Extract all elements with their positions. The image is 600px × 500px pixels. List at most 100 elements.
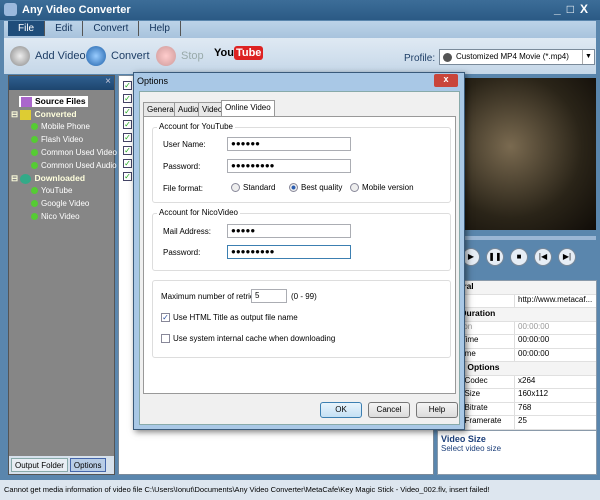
profile-icon [443,53,452,62]
app-icon [4,3,17,16]
property-value: x264 [514,375,596,388]
title-bar: Any Video Converter _□X [0,0,600,20]
bullet-icon [31,213,38,221]
next-icon[interactable]: ▶| [558,248,576,266]
panel-close-icon[interactable]: × [9,76,114,90]
stop-icon[interactable]: ■ [510,248,528,266]
property-value: 25 [514,416,596,429]
row-checkbox[interactable]: ✓ [123,133,132,142]
cancel-button[interactable]: Cancel [368,402,410,418]
options-dialog: Options x General Audio Video Online Vid… [133,72,465,430]
retries-label: Maximum number of retries: [161,292,261,301]
radio-best-quality[interactable]: Best quality [289,183,342,192]
radio-standard[interactable]: Standard [231,183,275,192]
user-name-input[interactable]: ●●●●●● [227,137,351,151]
password-label: Password: [163,162,201,171]
retries-input[interactable]: 5 [251,289,287,303]
maximize-icon[interactable]: □ [567,2,580,16]
bullet-icon [31,136,38,144]
youtube-button[interactable]: You Tube [214,46,264,60]
converted-icon [20,109,32,120]
description-text: Select video size [441,444,502,453]
password-input[interactable]: ●●●●●●●●● [227,159,351,173]
toolbar: Add Video Convert Stop You Tube Profile: … [4,38,596,74]
download-options-group: Maximum number of retries: 5 (0 - 99) ✓ U… [152,280,451,358]
row-checkbox[interactable]: ✓ [123,159,132,168]
use-html-title-checkbox[interactable]: ✓ Use HTML Title as output file name [161,313,298,322]
convert-button[interactable]: Convert [86,46,150,66]
bullet-icon [31,123,38,131]
retries-range: (0 - 99) [291,292,317,301]
property-value: 160x112 [514,389,596,402]
stop-button[interactable]: Stop [156,46,204,66]
row-checkbox[interactable]: ✓ [123,120,132,129]
source-icon [21,96,32,107]
mail-address-input[interactable]: ●●●●● [227,224,351,238]
dialog-title: Options [137,76,169,86]
chevron-down-icon[interactable]: ▼ [582,50,594,64]
checkbox-icon [161,334,170,343]
property-value: http://www.metacaf... [514,294,596,307]
nico-group: Account for NicoVideo Mail Address: ●●●●… [152,208,451,271]
dialog-body: General Audio Video Online Video Account… [139,91,460,425]
window-title: Any Video Converter [22,4,131,16]
nico-group-label: Account for NicoVideo [157,208,241,217]
panel-tabs: Output Folder Options [9,456,114,474]
property-description: Video Size Select video size [437,430,597,475]
output-folder-tab[interactable]: Output Folder [11,458,68,472]
radio-icon [350,183,359,192]
radio-selected-icon [289,183,298,192]
stop-icon [156,46,176,66]
menu-help[interactable]: Help [139,21,181,36]
mail-address-label: Mail Address: [163,227,212,236]
menu-bar: File Edit Convert Help [4,21,596,38]
property-value: 00:00:00 [514,321,596,334]
nico-password-input[interactable]: ●●●●●●●●● [227,245,351,259]
pause-icon[interactable]: ❚❚ [486,248,504,266]
radio-mobile-version[interactable]: Mobile version [350,183,414,192]
row-checkbox[interactable]: ✓ [123,94,132,103]
dialog-close-button[interactable]: x [434,74,458,87]
user-name-label: User Name: [163,140,206,149]
checkbox-checked-icon: ✓ [161,313,170,322]
profile-label: Profile: [404,53,436,64]
menu-edit[interactable]: Edit [45,21,84,36]
file-format-label: File format: [163,184,204,193]
menu-convert[interactable]: Convert [83,21,140,36]
property-value: 00:00:00 [514,335,596,348]
tree-source-files[interactable]: Source Files [19,96,88,107]
profile-select[interactable]: Customized MP4 Movie (*.mp4) ▼ [439,49,595,65]
bullet-icon [31,187,38,195]
options-tab[interactable]: Options [69,458,106,472]
downloaded-icon [20,173,32,184]
bullet-icon [31,149,38,157]
radio-icon [231,183,240,192]
row-checkbox[interactable]: ✓ [123,81,132,90]
help-button[interactable]: Help [416,402,458,418]
description-title: Video Size [441,434,486,444]
use-cache-checkbox[interactable]: Use system internal cache when downloadi… [161,334,335,343]
ok-button[interactable]: OK [320,402,362,418]
film-reel-icon [10,46,30,66]
nico-password-label: Password: [163,248,201,257]
online-video-page: Account for YouTube User Name: ●●●●●● Pa… [143,116,456,394]
property-value: 00:00:00 [514,348,596,361]
tab-online-video[interactable]: Online Video [221,100,275,117]
window-controls[interactable]: _□X [554,2,594,16]
menu-file[interactable]: File [8,21,46,36]
row-checkbox[interactable]: ✓ [123,172,132,181]
row-checkbox[interactable]: ✓ [123,146,132,155]
previous-icon[interactable]: |◀ [534,248,552,266]
tree-converted[interactable]: ⊟ Converted [11,109,116,120]
youtube-group: Account for YouTube User Name: ●●●●●● Pa… [152,122,451,203]
tree-downloaded[interactable]: ⊟ Downloaded [11,173,116,184]
convert-icon [86,46,106,66]
bullet-icon [31,162,38,170]
minimize-icon[interactable]: _ [554,2,567,16]
property-value: 768 [514,402,596,415]
row-checkbox[interactable]: ✓ [123,107,132,116]
bullet-icon [31,200,38,208]
add-video-button[interactable]: Add Video [10,46,86,66]
close-icon[interactable]: X [580,2,594,16]
status-bar: Cannot get media information of video fi… [0,480,600,500]
